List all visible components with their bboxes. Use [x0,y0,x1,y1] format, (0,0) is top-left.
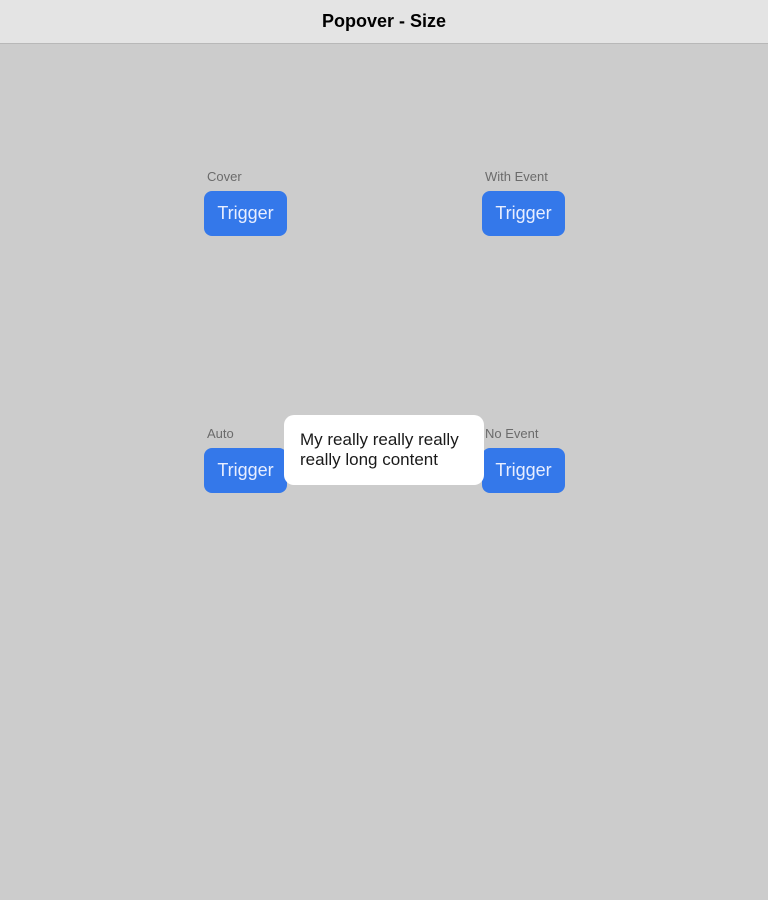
nav-header: Popover - Size [0,0,768,44]
group-label: Auto [207,426,234,441]
popover-content: My really really really really long cont… [300,430,459,469]
group-label: Cover [207,169,242,184]
group-label: With Event [485,169,548,184]
cover-trigger-button[interactable]: Trigger [204,191,287,236]
popover: My really really really really long cont… [284,415,484,485]
page-title: Popover - Size [321,11,447,31]
with-event-trigger-button[interactable]: Trigger [482,191,565,236]
group-label: No Event [485,426,539,441]
no-event-trigger-button[interactable]: Trigger [482,448,565,493]
auto-trigger-button[interactable]: Trigger [204,448,287,493]
